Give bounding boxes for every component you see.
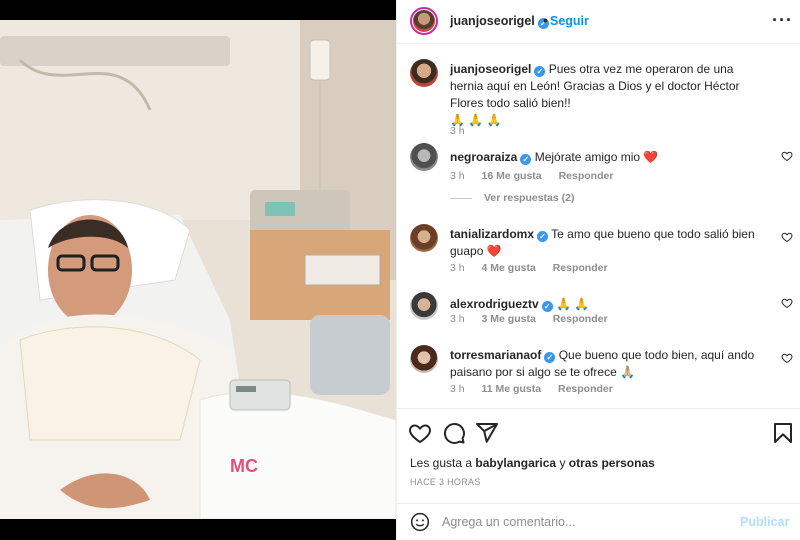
- comment-text: tanializardomx ✓ Te amo que bueno que tod…: [450, 226, 770, 260]
- comment-meta: 3 h 16 Me gusta Responder: [450, 170, 627, 182]
- comment-time[interactable]: 3 h: [450, 262, 465, 274]
- like-heart-icon[interactable]: [408, 421, 432, 445]
- comment-meta: 3 h 4 Me gusta Responder: [450, 262, 622, 274]
- separator-dot: •: [543, 12, 548, 28]
- comments-list: juanjoseorigel ✓ Pues otra vez me operaro…: [397, 45, 800, 407]
- commenter-avatar[interactable]: [410, 345, 438, 373]
- share-icon[interactable]: [475, 421, 499, 445]
- media-panel: MC: [0, 0, 396, 540]
- emoji-icon[interactable]: [410, 512, 430, 532]
- comment-likes[interactable]: 4 Me gusta: [482, 262, 536, 274]
- commenter-avatar[interactable]: [410, 143, 438, 171]
- post-photo[interactable]: MC: [0, 20, 396, 519]
- likes-connector: y: [559, 456, 566, 470]
- commenter-avatar[interactable]: [410, 292, 438, 320]
- comment-time[interactable]: 3 h: [450, 383, 465, 395]
- comment-time[interactable]: 3 h: [450, 170, 465, 182]
- comment-meta: 3 h 11 Me gusta Responder: [450, 383, 627, 395]
- commenter-username[interactable]: tanializardomx: [450, 227, 534, 241]
- reply-button[interactable]: Responder: [553, 262, 608, 274]
- post-side-panel: juanjoseorigel ✓ • Seguir ··· juanjoseori…: [396, 0, 800, 540]
- comment-likes[interactable]: 16 Me gusta: [482, 170, 542, 182]
- verified-badge-icon: ✓: [544, 352, 556, 363]
- like-comment-heart-icon[interactable]: [781, 150, 793, 162]
- comment-input[interactable]: [442, 510, 732, 534]
- likes-others[interactable]: otras personas: [569, 456, 655, 470]
- comment-likes[interactable]: 3 Me gusta: [482, 313, 536, 325]
- commenter-avatar[interactable]: [410, 224, 438, 252]
- heart-emoji: ❤️: [486, 244, 502, 258]
- caption-time[interactable]: 3 h: [450, 125, 465, 137]
- reply-button[interactable]: Responder: [553, 313, 608, 325]
- heart-emoji: ❤️: [643, 150, 659, 164]
- more-options-icon[interactable]: ···: [772, 10, 793, 31]
- post-header: juanjoseorigel ✓ • Seguir ···: [397, 0, 800, 44]
- author-username[interactable]: juanjoseorigel ✓: [450, 14, 549, 29]
- comment-body: Mejórate amigo mio: [534, 150, 641, 164]
- caption-meta: 3 h: [450, 125, 479, 137]
- follow-button[interactable]: Seguir: [550, 14, 589, 28]
- svg-text:MC: MC: [230, 456, 258, 476]
- comment-meta: 3 h 3 Me gusta Responder: [450, 313, 622, 325]
- like-comment-heart-icon[interactable]: [781, 231, 793, 243]
- verified-badge-icon: ✓: [541, 301, 553, 312]
- likes-user[interactable]: babylangarica: [475, 456, 556, 470]
- commenter-username[interactable]: torresmarianaof: [450, 348, 541, 362]
- likes-prefix: Les gusta a: [410, 456, 473, 470]
- reply-button[interactable]: Responder: [559, 170, 614, 182]
- comment-likes[interactable]: 11 Me gusta: [482, 383, 542, 395]
- post-timestamp[interactable]: HACE 3 HORAS: [410, 477, 481, 487]
- caption-username[interactable]: juanjoseorigel: [450, 62, 531, 76]
- likes-summary: Les gusta a babylangarica y otras person…: [410, 456, 655, 470]
- comment-icon[interactable]: [442, 421, 466, 445]
- author-avatar[interactable]: [410, 59, 438, 87]
- commenter-username[interactable]: negroaraiza: [450, 150, 517, 164]
- commenter-username[interactable]: alexrodrigueztv: [450, 297, 539, 311]
- comment-text: alexrodrigueztv ✓ 🙏 🙏: [450, 296, 770, 313]
- post-comment-button[interactable]: Publicar: [740, 515, 789, 529]
- author-avatar[interactable]: [410, 7, 438, 35]
- verified-badge-icon: ✓: [537, 231, 549, 242]
- caption-text: juanjoseorigel ✓ Pues otra vez me operaro…: [450, 61, 770, 129]
- post-actions: [397, 408, 800, 454]
- add-comment-bar: Publicar: [397, 503, 800, 540]
- comment-text: torresmarianaof ✓ Que bueno que todo bien…: [450, 347, 770, 381]
- reply-button[interactable]: Responder: [558, 383, 613, 395]
- like-comment-heart-icon[interactable]: [781, 297, 793, 309]
- hospital-photo: MC: [0, 20, 396, 519]
- comment-emojis: 🙏 🙏: [556, 297, 590, 311]
- verified-badge-icon: ✓: [534, 66, 546, 77]
- verified-badge-icon: ✓: [520, 154, 532, 165]
- save-bookmark-icon[interactable]: [771, 421, 795, 445]
- comment-text: negroaraiza ✓ Mejórate amigo mio ❤️: [450, 149, 770, 166]
- like-comment-heart-icon[interactable]: [781, 352, 793, 364]
- view-replies-button[interactable]: Ver respuestas (2): [450, 192, 574, 204]
- comment-time[interactable]: 3 h: [450, 313, 465, 325]
